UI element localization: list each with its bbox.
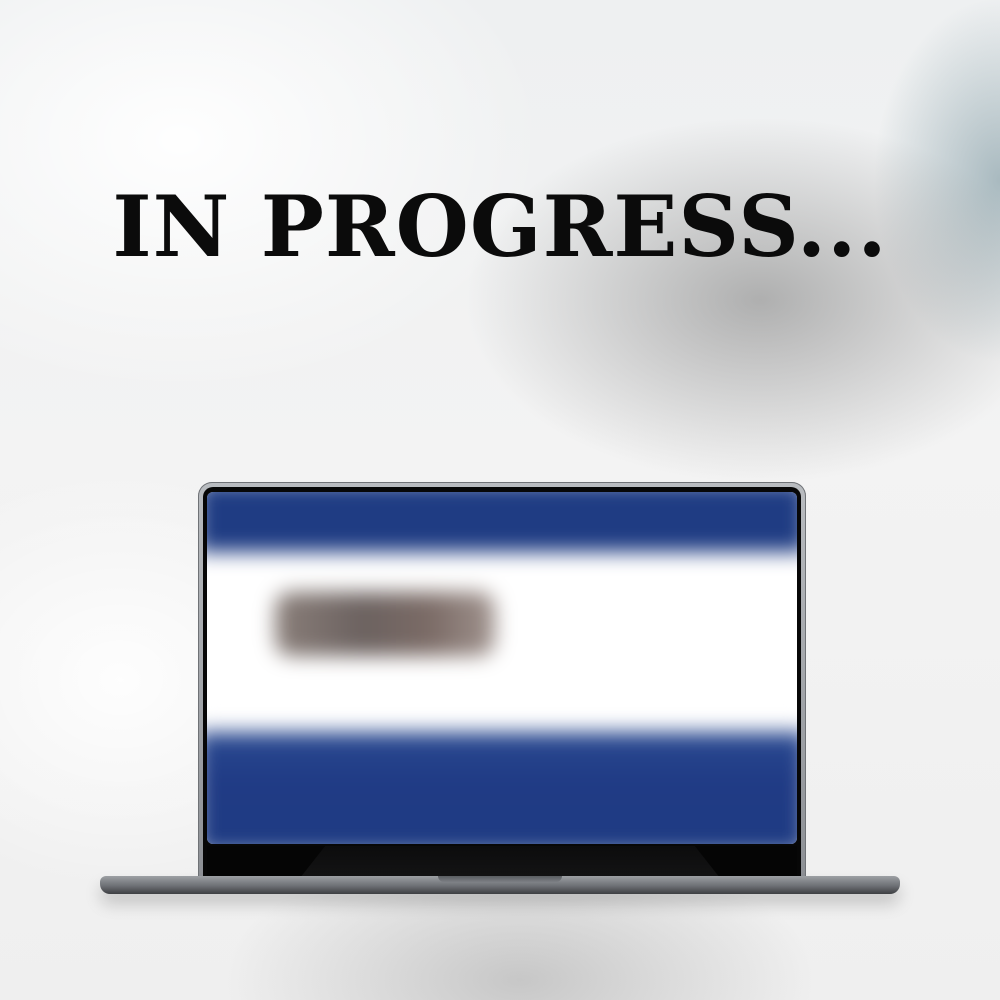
screen-blurred-block	[275, 592, 495, 656]
laptop-screen	[207, 492, 797, 844]
blurred-screen-content	[207, 492, 797, 844]
screen-top-band	[207, 492, 797, 552]
laptop-base-groove	[438, 876, 562, 882]
headline-in-progress: IN PROGRESS...	[112, 177, 888, 276]
laptop-hinge-notch	[300, 846, 720, 878]
screen-bottom-band	[207, 732, 797, 844]
